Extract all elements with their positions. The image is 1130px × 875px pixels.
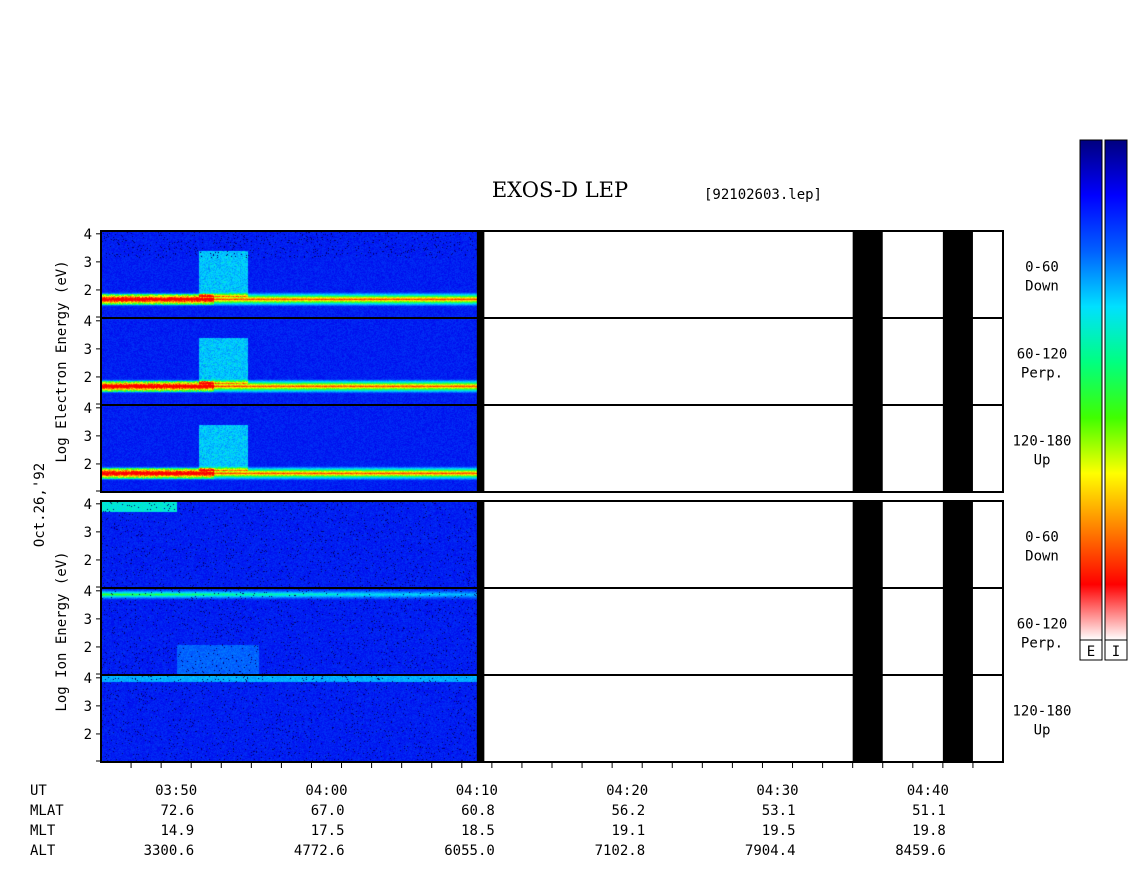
y-tick-label: 2 xyxy=(84,640,92,656)
y-tick-label: 3 xyxy=(84,342,92,358)
chart-title: EXOS-D LEP xyxy=(492,178,628,202)
electron-y-axis-label: Log Electron Energy (eV) xyxy=(54,260,70,462)
colorbar-label: I xyxy=(1112,644,1120,660)
spectrogram-ion-0 xyxy=(101,501,477,588)
orbit-value: 72.6 xyxy=(160,803,194,819)
subpanel-label: Perp. xyxy=(1021,366,1063,382)
orbit-value: 6055.0 xyxy=(444,843,495,859)
data-gap-2-1 xyxy=(942,501,973,762)
y-tick-label: 3 xyxy=(84,699,92,715)
time-tick-label: 04:20 xyxy=(606,783,648,799)
data-gap-1-0 xyxy=(852,231,883,492)
subpanel-label: Down xyxy=(1025,279,1059,295)
orbit-row-label: MLT xyxy=(30,823,56,839)
orbit-value: 56.2 xyxy=(611,803,645,819)
time-tick-label: 04:10 xyxy=(456,783,498,799)
y-tick-label: 3 xyxy=(84,525,92,541)
subpanel-label: 120-180 xyxy=(1012,704,1071,720)
spectrogram-electron-2 xyxy=(101,405,477,492)
subpanel-label: 0-60 xyxy=(1025,530,1059,546)
date-label: Oct.26,'92 xyxy=(32,463,48,547)
subpanel-label: 60-120 xyxy=(1017,347,1068,363)
y-tick-label: 2 xyxy=(84,727,92,743)
orbit-value: 18.5 xyxy=(461,823,495,839)
orbit-value: 14.9 xyxy=(160,823,194,839)
orbit-value: 4772.6 xyxy=(294,843,345,859)
y-tick-label: 4 xyxy=(84,671,92,687)
colorbars: EI xyxy=(1079,139,1128,661)
orbit-value: 19.8 xyxy=(912,823,946,839)
y-tick-label: 2 xyxy=(84,283,92,299)
data-gap-1-1 xyxy=(852,501,883,762)
y-tick-label: 4 xyxy=(84,227,92,243)
subpanel-label: 60-120 xyxy=(1017,617,1068,633)
orbit-value: 19.5 xyxy=(762,823,796,839)
orbit-value: 17.5 xyxy=(311,823,345,839)
file-label: [92102603.lep] xyxy=(704,187,822,203)
spectrogram-panels xyxy=(101,231,477,762)
y-tick-label: 2 xyxy=(84,370,92,386)
ion-y-axis-label: Log Ion Energy (eV) xyxy=(54,551,70,711)
y-tick-label: 4 xyxy=(84,401,92,417)
orbit-value: 19.1 xyxy=(611,823,645,839)
spectrogram-electron-0 xyxy=(101,231,477,318)
orbit-value: 7102.8 xyxy=(595,843,646,859)
data-gap-0-1 xyxy=(476,501,485,762)
colorbar-label: E xyxy=(1087,644,1095,660)
orbit-row-label: MLAT xyxy=(30,803,64,819)
colorbar-I xyxy=(1104,139,1128,641)
orbit-value: 8459.6 xyxy=(895,843,946,859)
subpanel-label: 0-60 xyxy=(1025,260,1059,276)
spectrogram-ion-2 xyxy=(101,675,477,762)
y-tick-label: 2 xyxy=(84,457,92,473)
data-gaps xyxy=(476,231,973,762)
time-tick-label: 04:40 xyxy=(907,783,949,799)
time-tick-label: 04:00 xyxy=(305,783,347,799)
y-tick-label: 4 xyxy=(84,497,92,513)
orbit-value: 67.0 xyxy=(311,803,345,819)
spectrogram-electron-1 xyxy=(101,318,477,405)
orbit-value: 51.1 xyxy=(912,803,946,819)
subpanel-label: Down xyxy=(1025,549,1059,565)
orbit-value: 3300.6 xyxy=(144,843,195,859)
subpanel-label: Perp. xyxy=(1021,636,1063,652)
y-tick-label: 3 xyxy=(84,612,92,628)
data-gap-2-0 xyxy=(942,231,973,492)
data-gap-0-0 xyxy=(476,231,485,492)
orbit-value: 53.1 xyxy=(762,803,796,819)
y-tick-label: 2 xyxy=(84,553,92,569)
orbit-row-label: UT xyxy=(30,783,47,799)
subpanel-label: Up xyxy=(1034,453,1051,469)
orbit-value: 60.8 xyxy=(461,803,495,819)
y-tick-label: 3 xyxy=(84,429,92,445)
spectrogram-ion-1 xyxy=(101,588,477,675)
time-tick-label: 04:30 xyxy=(756,783,798,799)
y-tick-label: 4 xyxy=(84,584,92,600)
y-tick-label: 4 xyxy=(84,314,92,330)
time-axis: 03:50 04:00 04:10 04:20 04:30 04:40 xyxy=(101,761,1003,799)
orbit-row-label: ALT xyxy=(30,843,56,859)
lep-spectrogram-figure: EXOS-D LEP [92102603.lep] Oct.26,'92 4 3 2… xyxy=(30,139,1128,859)
colorbar-E xyxy=(1079,139,1103,641)
subpanel-label: 120-180 xyxy=(1012,434,1071,450)
time-tick-label: 03:50 xyxy=(155,783,197,799)
orbit-value: 7904.4 xyxy=(745,843,796,859)
subpanel-label: Up xyxy=(1034,723,1051,739)
y-tick-label: 3 xyxy=(84,255,92,271)
